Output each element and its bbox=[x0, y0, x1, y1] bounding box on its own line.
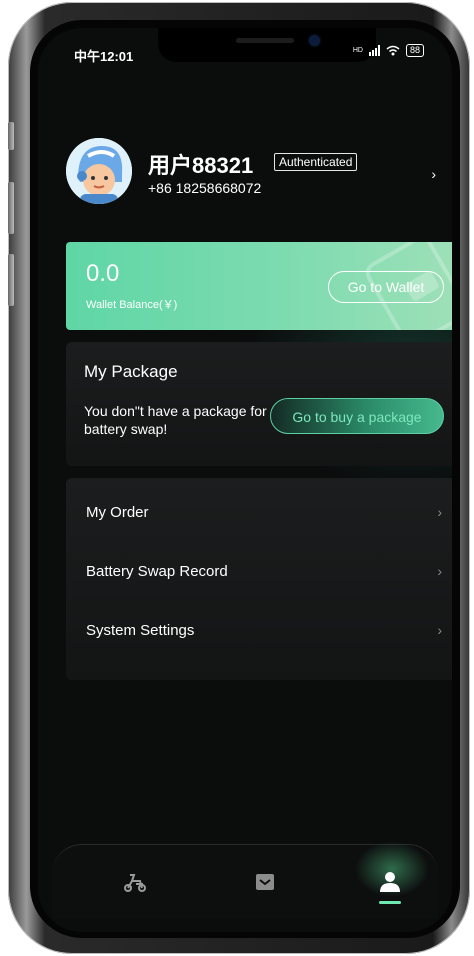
phone-volume-down bbox=[8, 254, 14, 306]
tab-scooter[interactable] bbox=[122, 869, 148, 895]
package-icon bbox=[256, 874, 274, 890]
chevron-right-icon: › bbox=[437, 563, 442, 579]
menu-item-system-settings[interactable]: System Settings › bbox=[66, 602, 452, 660]
chevron-right-icon[interactable]: › bbox=[431, 166, 436, 182]
user-icon bbox=[380, 872, 400, 892]
authenticated-badge: Authenticated bbox=[274, 153, 358, 171]
status-time: 中午12:01 bbox=[74, 49, 134, 64]
go-to-wallet-button[interactable]: Go to Wallet bbox=[328, 271, 444, 303]
menu-item-my-order[interactable]: My Order › bbox=[66, 484, 452, 542]
menu-item-label: My Order bbox=[86, 504, 149, 521]
battery-icon: 88 bbox=[405, 44, 424, 57]
wallet-balance-label: Wallet Balance(￥) bbox=[86, 299, 178, 311]
tab-package[interactable] bbox=[252, 869, 278, 895]
status-icons: HD 88 bbox=[353, 44, 424, 57]
package-description: You don"t have a package for battery swa… bbox=[84, 403, 267, 437]
scooter-icon bbox=[124, 874, 146, 892]
menu-item-label: Battery Swap Record bbox=[86, 563, 228, 580]
bottom-tab-bar bbox=[52, 839, 438, 919]
front-camera bbox=[310, 36, 319, 45]
my-package-card: My Package You don"t have a package for … bbox=[66, 342, 452, 466]
phone-side-button bbox=[8, 122, 14, 150]
earpiece-speaker bbox=[236, 38, 294, 43]
active-tab-indicator bbox=[379, 901, 401, 904]
chevron-right-icon: › bbox=[437, 622, 442, 638]
package-title: My Package bbox=[84, 362, 178, 381]
signal-icon bbox=[368, 45, 380, 56]
user-avatar[interactable] bbox=[66, 138, 132, 204]
camera-notch bbox=[158, 28, 376, 62]
app-screen: 中午12:01 HD 88 用户88321 Authenticated +86 … bbox=[38, 28, 452, 932]
menu-list: My Order › Battery Swap Record › System … bbox=[66, 478, 452, 680]
wallet-card[interactable]: 0.0 Wallet Balance(￥) Go to Wallet bbox=[66, 242, 452, 330]
network-label: HD bbox=[352, 47, 363, 54]
wallet-balance: 0.0 bbox=[86, 260, 120, 287]
avatar-helmet-icon bbox=[66, 138, 132, 204]
phone-frame: 中午12:01 HD 88 用户88321 Authenticated +86 … bbox=[8, 2, 470, 954]
chevron-right-icon: › bbox=[437, 504, 442, 520]
username: 用户88321 bbox=[148, 153, 254, 178]
menu-item-battery-swap-record[interactable]: Battery Swap Record › bbox=[66, 543, 452, 601]
buy-package-button[interactable]: Go to buy a package bbox=[270, 398, 444, 434]
tab-profile[interactable] bbox=[377, 869, 403, 895]
profile-header[interactable]: 用户88321 Authenticated +86 18258668072 › bbox=[66, 138, 436, 208]
phone-number: +86 18258668072 bbox=[148, 180, 262, 196]
phone-volume-up bbox=[8, 182, 14, 234]
wifi-icon bbox=[386, 45, 400, 56]
menu-item-label: System Settings bbox=[86, 622, 195, 639]
status-bar: 中午12:01 HD 88 bbox=[38, 28, 452, 80]
